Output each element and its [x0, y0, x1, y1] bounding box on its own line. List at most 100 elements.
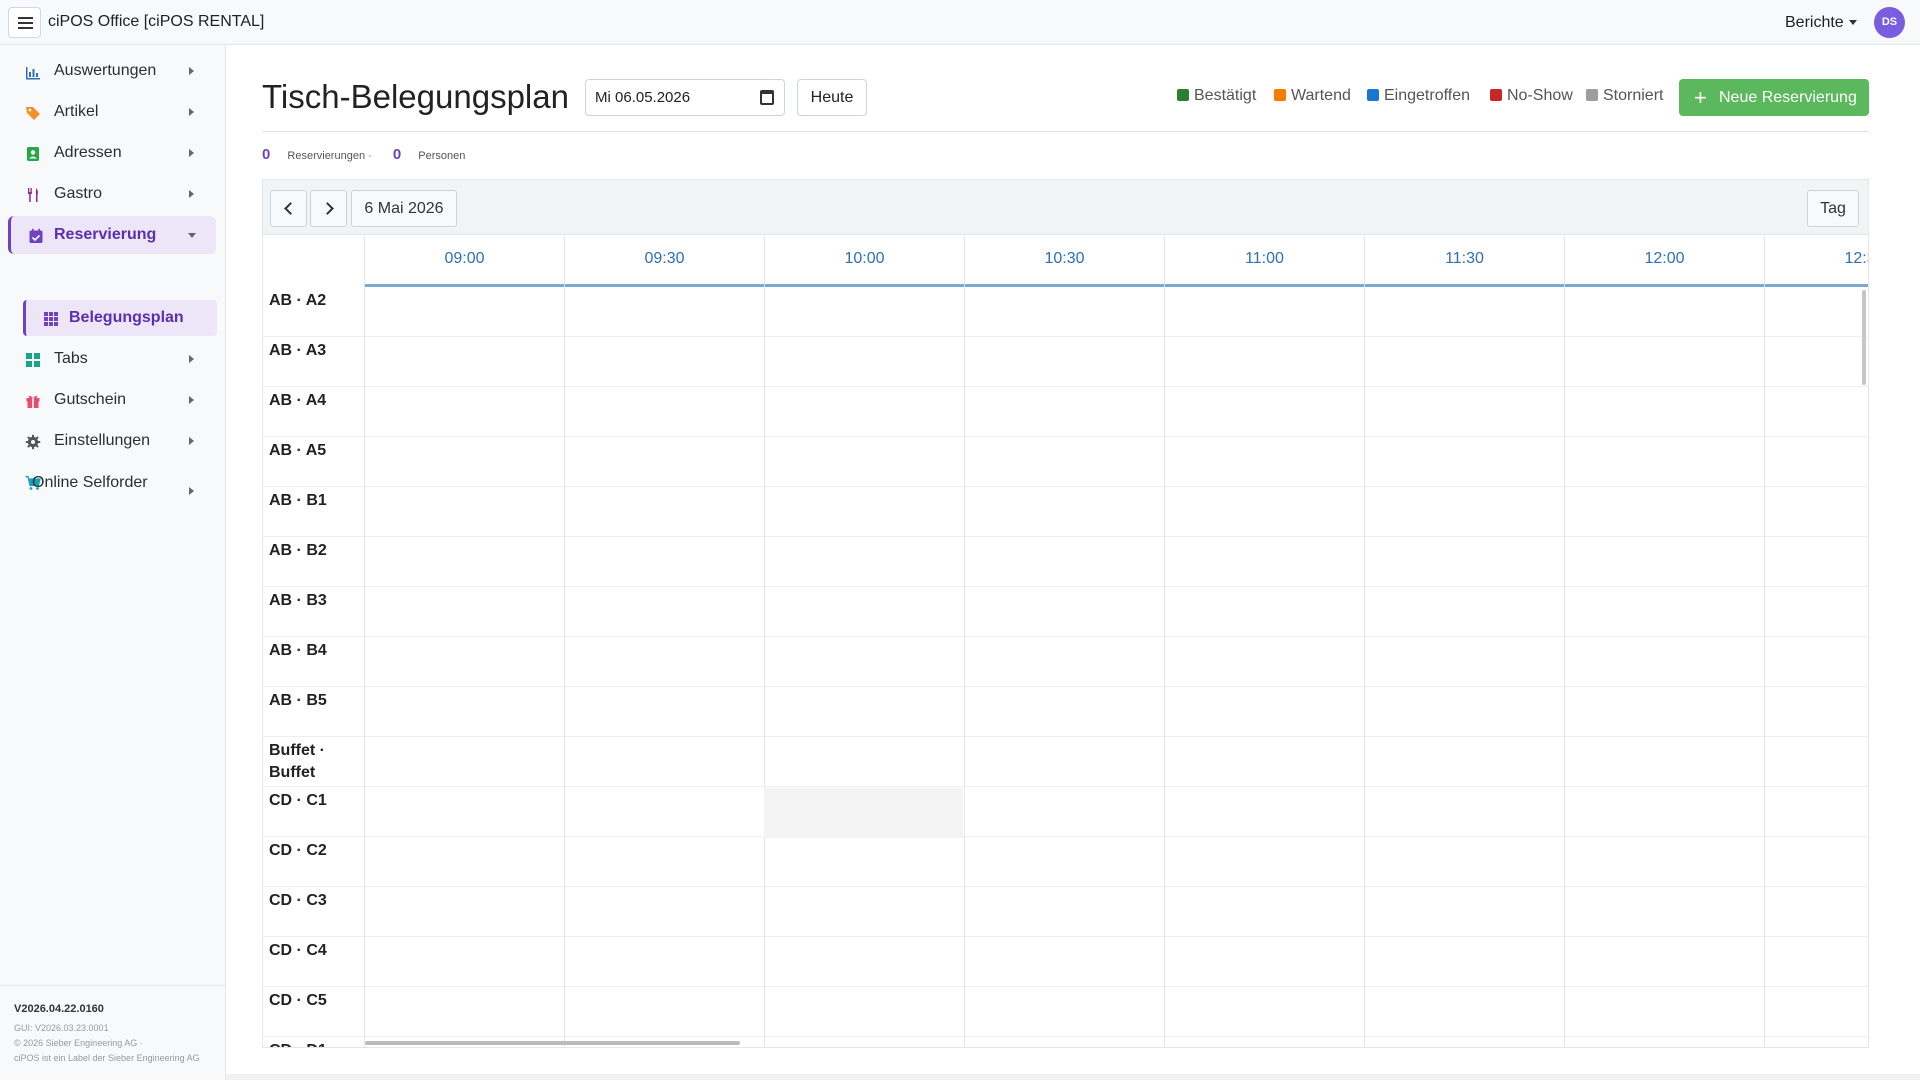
scheduler-toolbar: 6 Mai 2026 Tag: [263, 180, 1868, 235]
caret-right-icon: [189, 190, 194, 198]
date-picker-input[interactable]: Mi 06.05.2026: [585, 79, 785, 116]
legend-label: Storniert: [1603, 87, 1664, 104]
grid-line: [1764, 235, 1765, 1047]
legend-no-show: No-Show: [1490, 87, 1573, 105]
view-day-button[interactable]: Tag: [1807, 190, 1859, 227]
time-slot-header: 12:00: [1564, 235, 1764, 287]
gui-version-label: GUI: V2026.03.23.0001: [14, 1023, 109, 1033]
resource-row[interactable]: CD · C3: [263, 887, 1868, 937]
resource-row[interactable]: AB · B1: [263, 487, 1868, 537]
resource-label: AB · B3: [269, 592, 327, 609]
hamburger-icon: [18, 17, 33, 19]
reports-dropdown[interactable]: Berichte: [1785, 14, 1857, 32]
legend-bestaetigt: Bestätigt: [1177, 87, 1256, 105]
reservations-label: Reservierungen ·: [287, 150, 372, 162]
time-slot-label: 10:30: [1044, 250, 1085, 267]
new-reservation-button[interactable]: + Neue Reservierung: [1679, 79, 1869, 116]
resource-row[interactable]: AB · B4: [263, 637, 1868, 687]
legend-label: Bestätigt: [1194, 87, 1257, 104]
resource-row[interactable]: Buffet · Buffet: [263, 737, 1868, 787]
sidebar-item-label: Artikel: [54, 103, 99, 120]
legend-swatch: [1177, 89, 1189, 101]
sidebar-footer: V2026.04.22.0160 GUI: V2026.03.23.0001 ©…: [0, 985, 226, 1083]
sidebar-item-adressen[interactable]: Adressen: [8, 134, 216, 172]
resource-row[interactable]: AB · B2: [263, 537, 1868, 587]
resource-row[interactable]: AB · B3: [263, 587, 1868, 637]
top-navbar: ciPOS Office [ciPOS RENTAL] Berichte DS: [0, 0, 1920, 45]
time-slot-label: 12:00: [1644, 250, 1685, 267]
time-slot-header: 11:30: [1364, 235, 1564, 287]
sidebar-item-label: Einstellungen: [54, 432, 151, 449]
legend-swatch: [1490, 89, 1502, 101]
legend-swatch: [1274, 89, 1286, 101]
cutlery-icon: [28, 188, 38, 202]
caret-right-icon: [189, 108, 194, 116]
calendar-check-icon: [29, 228, 43, 243]
label-note: ciPOS ist ein Label der Sieber Engineeri…: [14, 1053, 200, 1063]
current-date-button[interactable]: 6 Mai 2026: [351, 190, 457, 227]
caret-down-icon: [1848, 20, 1857, 26]
grid-line: [564, 235, 565, 1047]
legend-swatch: [1367, 89, 1379, 101]
sidebar-item-gutschein[interactable]: Gutschein: [8, 381, 216, 419]
sidebar-item-gastro[interactable]: Gastro: [8, 175, 216, 213]
menu-toggle-button[interactable]: [8, 7, 41, 38]
scheduler: 6 Mai 2026 Tag 09:00 09:30 10:00 10:30 11:00…: [262, 179, 1869, 1048]
resource-label: CD · C1: [269, 792, 327, 809]
prev-button[interactable]: [270, 190, 307, 227]
time-slot-label: 11:30: [1445, 250, 1484, 267]
resource-row[interactable]: AB · A2: [263, 287, 1868, 337]
resource-label: AB · A4: [269, 392, 327, 409]
caret-down-icon: [188, 233, 196, 238]
bar-chart-icon: [26, 67, 40, 80]
new-reservation-label: Neue Reservierung: [1719, 89, 1857, 106]
sidebar: Auswertungen Artikel Adressen Gastro Res…: [0, 45, 226, 1080]
grid-line: [1164, 235, 1165, 1047]
version-label: V2026.04.22.0160: [14, 1003, 104, 1015]
resource-row[interactable]: AB · A5: [263, 437, 1868, 487]
highlighted-cell[interactable]: [764, 788, 963, 838]
today-button[interactable]: Heute: [797, 79, 867, 116]
tabs-grid-icon: [26, 353, 40, 367]
time-slot-label: 11:00: [1245, 250, 1284, 267]
plus-icon: +: [1694, 85, 1707, 110]
resource-row[interactable]: CD · C4: [263, 937, 1868, 987]
date-value: Mi 06.05.2026: [595, 89, 691, 106]
time-slot-label: 09:30: [644, 250, 685, 267]
time-slot-header: 10:00: [764, 235, 964, 287]
sidebar-subitem-label: Belegungsplan: [69, 309, 184, 326]
resource-row[interactable]: CD · C5: [263, 987, 1868, 1037]
legend-swatch: [1586, 89, 1598, 101]
sidebar-item-label: Online Selforder: [32, 474, 148, 491]
divider: [262, 131, 1869, 132]
sidebar-item-einstellungen[interactable]: Einstellungen: [8, 422, 216, 460]
calendar-icon[interactable]: [760, 90, 774, 105]
tag-icon: [26, 107, 40, 120]
chevron-right-icon: [320, 202, 334, 215]
resource-row[interactable]: CD · C2: [263, 837, 1868, 887]
resource-label: CD · C4: [269, 942, 327, 959]
sidebar-item-label: Adressen: [54, 144, 122, 161]
chevron-left-icon: [283, 202, 297, 215]
sidebar-item-auswertungen[interactable]: Auswertungen: [8, 52, 216, 90]
sidebar-item-artikel[interactable]: Artikel: [8, 93, 216, 131]
vertical-scrollbar[interactable]: [1862, 290, 1866, 385]
sidebar-item-reservierung[interactable]: Reservierung: [8, 216, 216, 254]
grid-line: [964, 235, 965, 1047]
user-avatar[interactable]: DS: [1874, 7, 1905, 38]
resource-row[interactable]: CD · C1: [263, 787, 1868, 837]
sidebar-item-label: Reservierung: [54, 226, 157, 243]
sidebar-item-label: Gastro: [54, 185, 103, 202]
resource-row[interactable]: AB · B5: [263, 687, 1868, 737]
sidebar-item-online-selforder[interactable]: Online Selforder: [8, 463, 216, 519]
sidebar-subitem-belegungsplan[interactable]: Belegungsplan: [23, 300, 217, 336]
time-slot-header: 09:30: [564, 235, 764, 287]
legend-label: Eingetroffen: [1384, 87, 1470, 104]
horizontal-scrollbar[interactable]: [365, 1041, 740, 1045]
sidebar-item-tabs[interactable]: Tabs: [8, 340, 216, 378]
next-button[interactable]: [310, 190, 347, 227]
reservation-stats: 0 Reservierungen · 0 Personen: [262, 146, 465, 163]
reservations-count: 0: [262, 146, 271, 163]
resource-row[interactable]: AB · A4: [263, 387, 1868, 437]
resource-row[interactable]: AB · A3: [263, 337, 1868, 387]
